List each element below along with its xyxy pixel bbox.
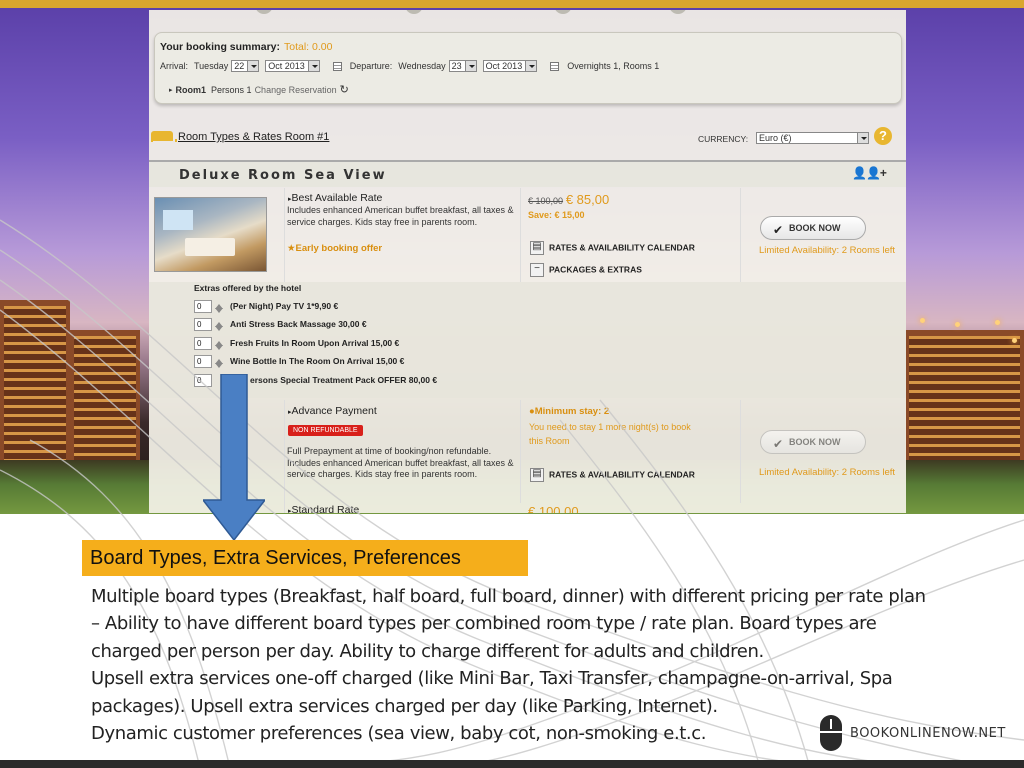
bed-icon <box>151 131 177 142</box>
quantity-stepper[interactable] <box>214 337 224 350</box>
checkmark-icon: ✔ <box>773 437 784 451</box>
booking-summary: Your booking summary: Total: 0.00 Arriva… <box>154 32 902 104</box>
summary-total: Total: 0.00 <box>284 41 333 53</box>
rate-standard: ▸Standard Rate <box>284 503 520 513</box>
quantity-input[interactable]: 0 <box>194 336 212 350</box>
rates-calendar-link[interactable]: ▤ RATES & AVAILABILITY CALENDAR <box>530 241 695 255</box>
non-refundable-badge: NON REFUNDABLE <box>288 425 363 436</box>
overnights-info: Overnights 1, Rooms 1 <box>567 61 660 71</box>
minus-icon: − <box>530 263 544 277</box>
calendar-icon[interactable] <box>550 61 560 71</box>
lamp <box>1012 338 1017 343</box>
logo-text: BOOKONLINENOW.NET <box>850 725 1006 741</box>
room-type-header: Deluxe Room Sea View 👤👤+ <box>149 160 906 187</box>
step-indicator <box>554 10 572 14</box>
body-line: Upsell extra services one-off charged (l… <box>91 668 893 690</box>
chevron-down-icon <box>857 133 868 143</box>
arrival-month-select[interactable]: Oct 2013 <box>265 60 320 72</box>
persons-icon: 👤👤+ <box>852 166 887 180</box>
mouse-icon <box>820 715 842 751</box>
step-indicator <box>405 10 423 14</box>
bookonlinenow-logo: BOOKONLINENOW.NET <box>820 715 1006 751</box>
hotel-building-left <box>0 300 70 480</box>
arrow-down-icon <box>203 374 265 540</box>
slide-bottom-border <box>0 760 1024 768</box>
quantity-input[interactable]: 0 <box>194 299 212 313</box>
standard-price: € 100,00 <box>528 504 579 513</box>
room-types-link[interactable]: Room Types & Rates Room #1 <box>178 131 329 143</box>
early-booking-offer: ★Early booking offer <box>287 243 383 254</box>
book-now-button-disabled[interactable]: ✔ BOOK NOW <box>760 430 866 454</box>
help-icon[interactable]: ? <box>874 127 892 145</box>
calendar-icon: ▤ <box>530 468 544 482</box>
step-indicator <box>255 10 273 14</box>
availability-note: Limited Availability: 2 Rooms left <box>759 467 896 478</box>
lamp <box>995 320 1000 325</box>
rate-best-available: ▸Best Available Rate Includes enhanced A… <box>284 188 520 282</box>
body-line: – Ability to have different board types … <box>91 613 877 635</box>
departure-day: Wednesday <box>398 61 446 71</box>
slide-top-border <box>0 0 1024 8</box>
body-line: charged per person per day. Ability to c… <box>91 640 764 662</box>
packages-extras-link[interactable]: − PACKAGES & EXTRAS <box>530 263 642 277</box>
body-line: Multiple board types (Breakfast, half bo… <box>91 586 926 607</box>
save-amount: Save: € 15,00 <box>528 210 585 220</box>
room-name: Deluxe Room Sea View <box>179 168 387 183</box>
chevron-down-icon <box>464 61 476 71</box>
extras-title: Extras offered by the hotel <box>194 283 302 293</box>
old-price: € 100,00 <box>528 196 564 206</box>
rate-price-cell: ●Minimum stay: 2 You need to stay 1 more… <box>520 400 740 503</box>
lamp <box>955 322 960 327</box>
quantity-stepper[interactable] <box>214 355 224 368</box>
slide-heading: Board Types, Extra Services, Preferences <box>82 540 528 576</box>
currency-select[interactable]: Euro (€) <box>756 132 869 144</box>
currency-label: CURRENCY: <box>698 134 749 144</box>
rate-price-cell: € 100,00 € 85,00 Save: € 15,00 ▤ RATES & … <box>520 188 740 282</box>
lamp <box>920 318 925 323</box>
departure-month-select[interactable]: Oct 2013 <box>482 60 538 72</box>
rate-description: Includes enhanced American buffet breakf… <box>287 205 514 227</box>
quantity-stepper[interactable] <box>214 318 224 331</box>
summary-title: Your booking summary: <box>160 41 280 53</box>
quantity-input[interactable]: 0 <box>194 354 212 368</box>
persons-count: Persons 1 <box>211 84 252 95</box>
extra-item: 0 Wine Bottle In The Room On Arrival 15,0… <box>194 354 404 368</box>
calendar-icon[interactable] <box>332 61 342 71</box>
departure-label: Departure: <box>349 61 393 71</box>
room-photo[interactable] <box>154 197 267 272</box>
hotel-building-right <box>905 330 1024 470</box>
room-types-bar: Room Types & Rates Room #1 CURRENCY: Eur… <box>149 127 906 155</box>
new-price: € 85,00 <box>565 192 610 207</box>
book-now-button[interactable]: ✔ BOOK NOW <box>760 216 866 240</box>
minimum-stay-note: You need to stay 1 more night(s) to book… <box>529 422 691 446</box>
change-reservation-link[interactable]: Change Reservation <box>255 85 337 95</box>
rate-name[interactable]: Standard Rate <box>292 504 360 513</box>
rate-name[interactable]: Best Available Rate <box>292 192 383 204</box>
rate-advance-payment: ▸Advance Payment NON REFUNDABLE Full Pre… <box>284 400 520 503</box>
checkmark-icon: ✔ <box>773 223 784 237</box>
hotel-building-left-2 <box>70 330 140 480</box>
rate-description: Full Prepayment at time of booking/non r… <box>287 446 514 479</box>
chevron-down-icon <box>525 61 537 71</box>
rates-calendar-link[interactable]: ▤ RATES & AVAILABILITY CALENDAR <box>530 468 695 482</box>
room-label: Room1 <box>175 84 207 95</box>
refresh-icon[interactable]: ↻ <box>340 83 349 96</box>
arrival-date-select[interactable]: 22 <box>231 60 260 72</box>
quantity-stepper[interactable] <box>214 300 224 313</box>
extra-item: 0 (Per Night) Pay TV 1*9,90 € <box>194 299 338 313</box>
extra-item: 0 Fresh Fruits In Room Upon Arrival 15,00… <box>194 336 399 350</box>
rate-name[interactable]: Advance Payment <box>292 405 377 417</box>
arrival-day: Tuesday <box>194 61 229 71</box>
quantity-input[interactable]: 0 <box>194 317 212 331</box>
extra-item: 0 Anti Stress Back Massage 30,00 € <box>194 317 367 331</box>
step-indicator <box>669 10 687 14</box>
chevron-down-icon <box>307 61 319 71</box>
arrival-label: Arrival: <box>160 61 189 71</box>
calendar-icon: ▤ <box>530 241 544 255</box>
departure-date-select[interactable]: 23 <box>448 60 477 72</box>
caret-right-icon: ▸ <box>169 86 173 94</box>
availability-note: Limited Availability: 2 Rooms left <box>759 245 896 256</box>
minimum-stay: Minimum stay: 2 <box>534 406 610 417</box>
chevron-down-icon <box>247 61 259 71</box>
